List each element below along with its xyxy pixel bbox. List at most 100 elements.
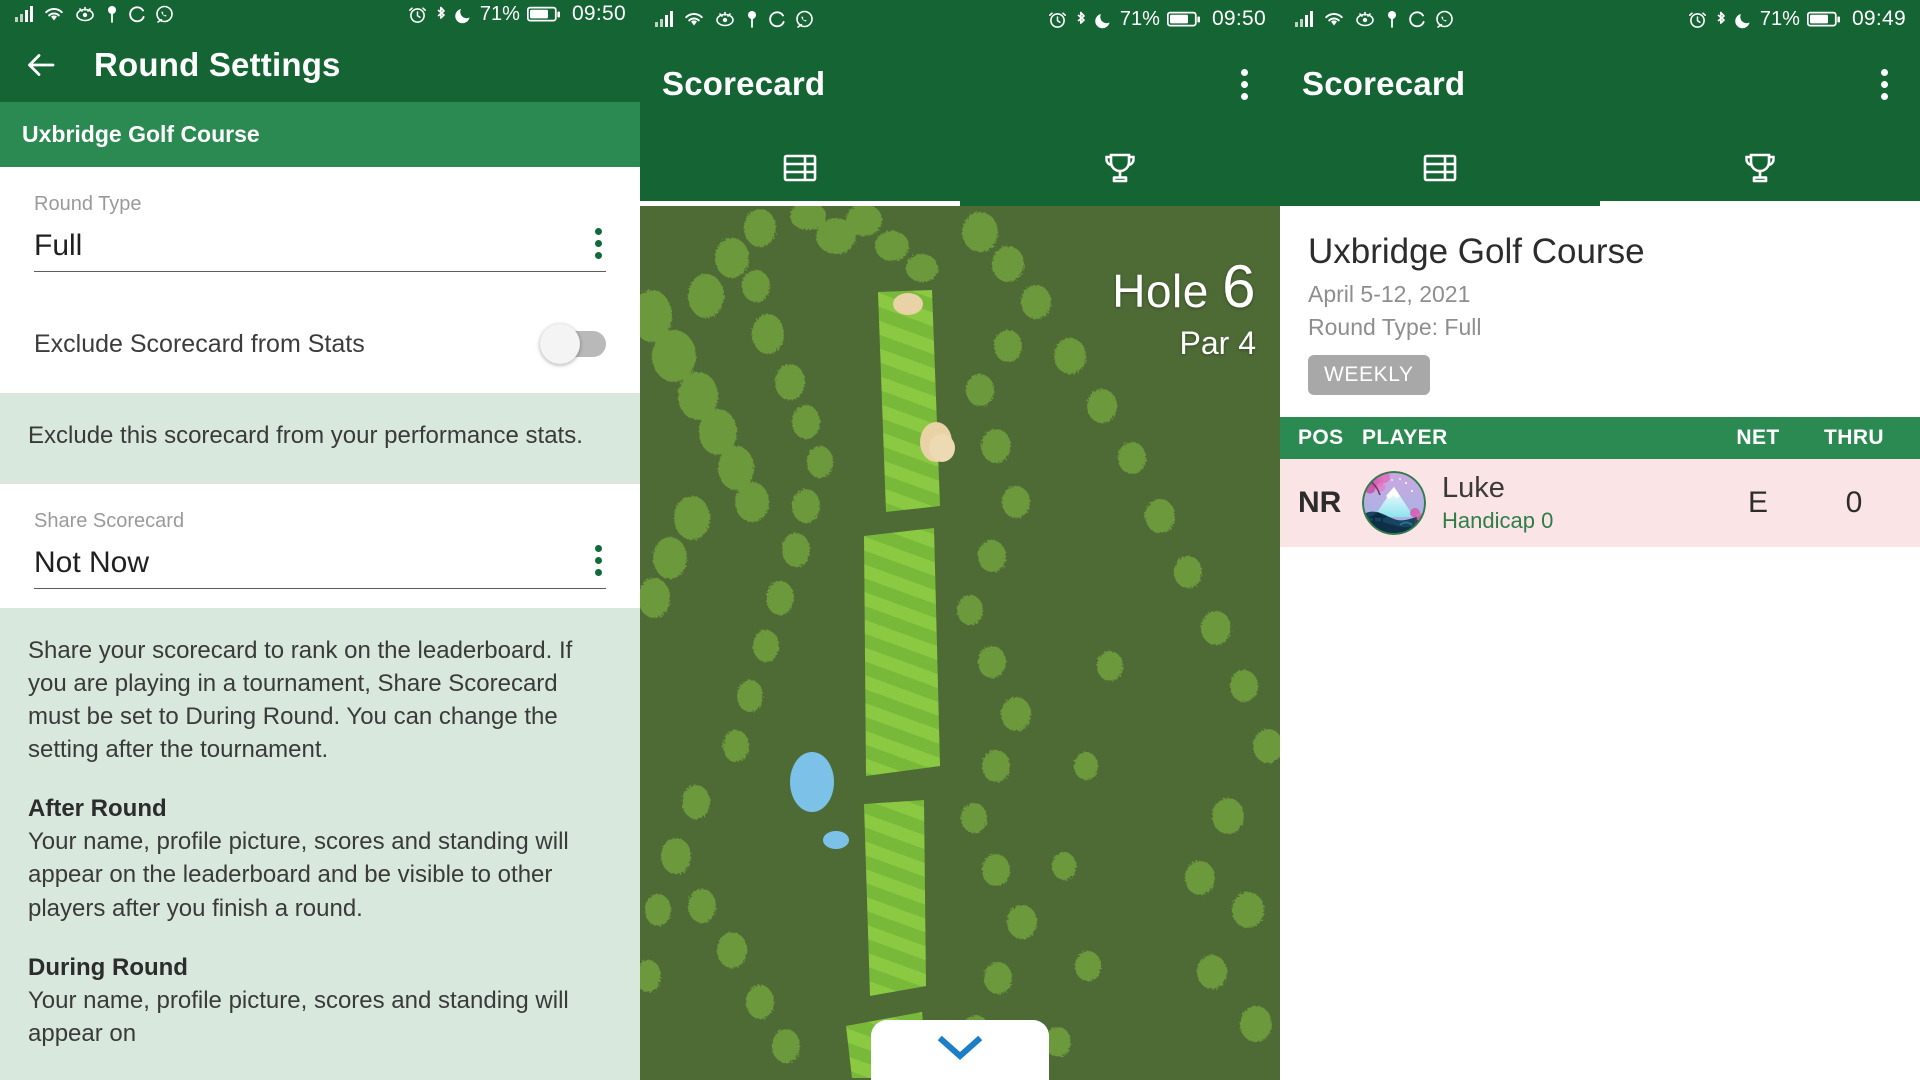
location-icon <box>1385 10 1399 28</box>
bluetooth-icon <box>1074 10 1088 29</box>
exclude-scorecard-row[interactable]: Exclude Scorecard from Stats <box>0 303 640 393</box>
toggle-knob <box>540 324 580 365</box>
status-right-icons-3: 71% 09:49 <box>1688 7 1906 31</box>
during-round-body: Your name, profile picture, scores and s… <box>28 986 569 1047</box>
share-scorecard-menu-icon[interactable] <box>591 543 606 580</box>
exclude-info-text: Exclude this scorecard from your perform… <box>28 421 583 449</box>
exclude-scorecard-label: Exclude Scorecard from Stats <box>34 329 365 358</box>
battery-icon <box>1806 11 1841 28</box>
battery-percent-label: 71% <box>479 2 520 25</box>
share-scorecard-value: Not Now <box>34 545 150 579</box>
status-badge: WEEKLY <box>1308 354 1430 395</box>
row-position: NR <box>1298 485 1342 519</box>
during-round-heading: During Round <box>28 953 188 981</box>
do-not-disturb-icon <box>455 5 473 24</box>
tab-leaderboard[interactable] <box>1600 130 1920 206</box>
do-not-disturb-icon <box>1095 10 1113 29</box>
appbar-round-settings: Round Settings <box>0 28 640 102</box>
tab-scorecard[interactable] <box>640 130 960 206</box>
clock-label: 09:50 <box>1211 7 1266 30</box>
bluetooth-icon <box>434 5 448 24</box>
course-name: Uxbridge Golf Course <box>1308 232 1645 271</box>
field-bottom-spacer <box>0 598 640 608</box>
exclude-scorecard-toggle[interactable] <box>540 324 606 365</box>
wifi-icon <box>683 10 705 28</box>
three-phone-screenshots: 71% 09:50 Round Settings Uxbridge Golf C… <box>0 0 1920 1080</box>
location-icon <box>105 5 119 23</box>
table-row[interactable]: NR Luke Handicap 0 E 0 <box>1280 458 1920 547</box>
player-name: Luke <box>1442 471 1505 504</box>
bottom-sheet-handle[interactable] <box>871 1020 1049 1080</box>
clock-label: 09:49 <box>1851 7 1906 30</box>
round-type-menu-icon[interactable] <box>591 226 606 263</box>
wifi-icon <box>1323 10 1345 28</box>
row-net-score: E <box>1747 485 1768 519</box>
mount-fuji-avatar <box>1362 470 1426 535</box>
leaderboard-empty-area <box>1280 546 1920 1080</box>
status-left-icons <box>14 5 174 24</box>
after-round-heading: After Round <box>28 795 167 823</box>
round-type-text: Round Type: Full <box>1308 314 1482 341</box>
hole-number: 6 <box>1222 253 1256 320</box>
course-name-band: Uxbridge Golf Course <box>0 101 640 167</box>
hole-info-overlay: Hole 6 Par 4 <box>1112 252 1256 362</box>
row-thru: 0 <box>1845 485 1863 519</box>
whatsapp-icon <box>795 10 814 29</box>
avatar <box>1362 470 1426 535</box>
tab-bar-3 <box>1280 130 1920 206</box>
alarm-icon <box>1688 10 1707 29</box>
hole-prefix-label: Hole <box>1112 265 1209 317</box>
column-header-pos: POS <box>1298 425 1344 449</box>
battery-percent-label: 71% <box>1759 7 1800 30</box>
round-type-value: Full <box>34 228 83 262</box>
phone-screen-leaderboard: 71% 09:49 Scorecard Uxbridge Golf Course… <box>1280 0 1920 1080</box>
eye-care-icon <box>74 5 96 23</box>
eye-care-icon <box>1354 10 1376 28</box>
whatsapp-icon <box>155 5 174 24</box>
tab-bar-2 <box>640 130 1280 206</box>
kebab-menu-icon[interactable] <box>1871 61 1898 108</box>
share-scorecard-field[interactable]: Share Scorecard Not Now <box>0 483 640 599</box>
trophy-icon <box>1100 148 1140 188</box>
player-handicap: Handicap 0 <box>1442 507 1554 533</box>
status-bar-2: 71% 09:50 <box>640 0 1280 38</box>
round-type-label: Round Type <box>34 192 142 215</box>
signal-icon <box>654 10 674 28</box>
back-arrow-icon[interactable] <box>22 46 60 84</box>
clock-label: 09:50 <box>571 2 626 26</box>
share-scorecard-label: Share Scorecard <box>34 509 185 532</box>
alarm-icon <box>1048 10 1067 29</box>
status-bar-3: 71% 09:49 <box>1280 0 1920 38</box>
leaderboard-header: Uxbridge Golf Course April 5-12, 2021 Ro… <box>1280 206 1920 417</box>
bluetooth-icon <box>1714 10 1728 29</box>
leaderboard-column-headers: POS PLAYER NET THRU <box>1280 416 1920 459</box>
status-left-icons-3 <box>1294 10 1454 29</box>
round-type-field[interactable]: Round Type Full <box>0 166 640 304</box>
chevron-down-icon[interactable] <box>934 1032 986 1069</box>
status-left-icons-2 <box>654 10 814 29</box>
round-dates: April 5-12, 2021 <box>1308 281 1471 307</box>
battery-icon <box>1166 11 1201 28</box>
eye-care-icon <box>714 10 736 28</box>
tab-leaderboard[interactable] <box>960 130 1280 206</box>
whatsapp-icon <box>1435 10 1454 29</box>
column-header-player: PLAYER <box>1362 425 1448 449</box>
do-not-disturb-icon <box>1735 10 1753 29</box>
battery-icon <box>526 6 561 23</box>
share-info-box: Share your scorecard to rank on the lead… <box>0 607 640 1080</box>
status-bar-1: 71% 09:50 <box>0 0 640 29</box>
alarm-icon <box>408 5 427 24</box>
hole-map-view[interactable]: Hole 6 Par 4 <box>640 206 1280 1080</box>
page-title: Scorecard <box>662 65 826 102</box>
kebab-menu-icon[interactable] <box>1231 61 1258 108</box>
battery-percent-label: 71% <box>1119 7 1160 30</box>
appbar-scorecard-2: Scorecard <box>640 38 1280 130</box>
signal-icon <box>1294 10 1314 28</box>
appbar-scorecard-3: Scorecard <box>1280 38 1920 130</box>
column-header-net: NET <box>1736 425 1780 449</box>
info-spacer-2 <box>28 925 612 951</box>
sync-icon <box>128 5 146 23</box>
signal-icon <box>14 5 34 23</box>
page-title: Round Settings <box>94 45 341 83</box>
tab-scorecard[interactable] <box>1280 130 1600 206</box>
